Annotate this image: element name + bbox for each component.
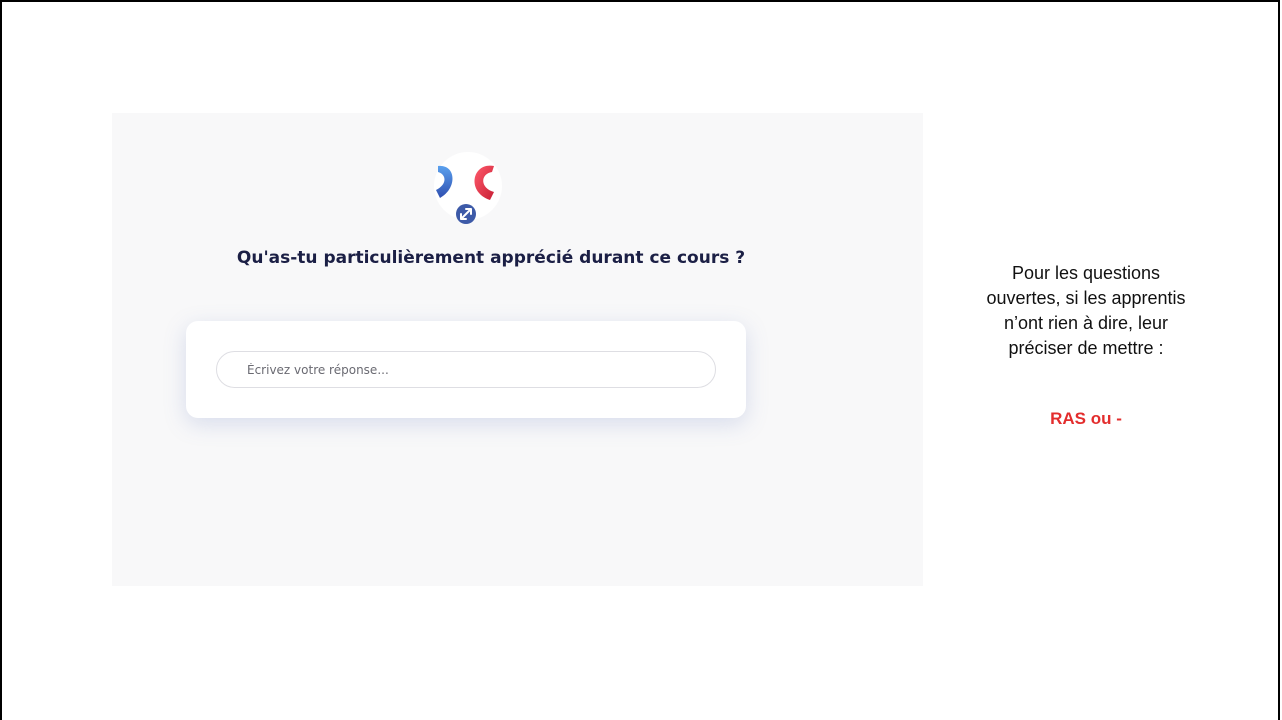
brand-logo xyxy=(434,152,502,224)
note-line: n’ont rien à dire, leur xyxy=(1003,313,1169,333)
expand-arrows-icon xyxy=(456,204,476,224)
answer-card xyxy=(186,321,746,418)
note-line: Pour les questions xyxy=(1011,263,1161,283)
note-line: préciser de mettre : xyxy=(1008,338,1164,358)
note-emphasis: RAS ou - xyxy=(1050,409,1122,428)
answer-input[interactable] xyxy=(216,351,716,388)
instruction-note: Pour les questions ouvertes, si les appr… xyxy=(946,261,1226,361)
note-line: ouvertes, si les apprentis xyxy=(986,288,1186,308)
question-title: Qu'as-tu particulièrement apprécié duran… xyxy=(236,248,746,268)
